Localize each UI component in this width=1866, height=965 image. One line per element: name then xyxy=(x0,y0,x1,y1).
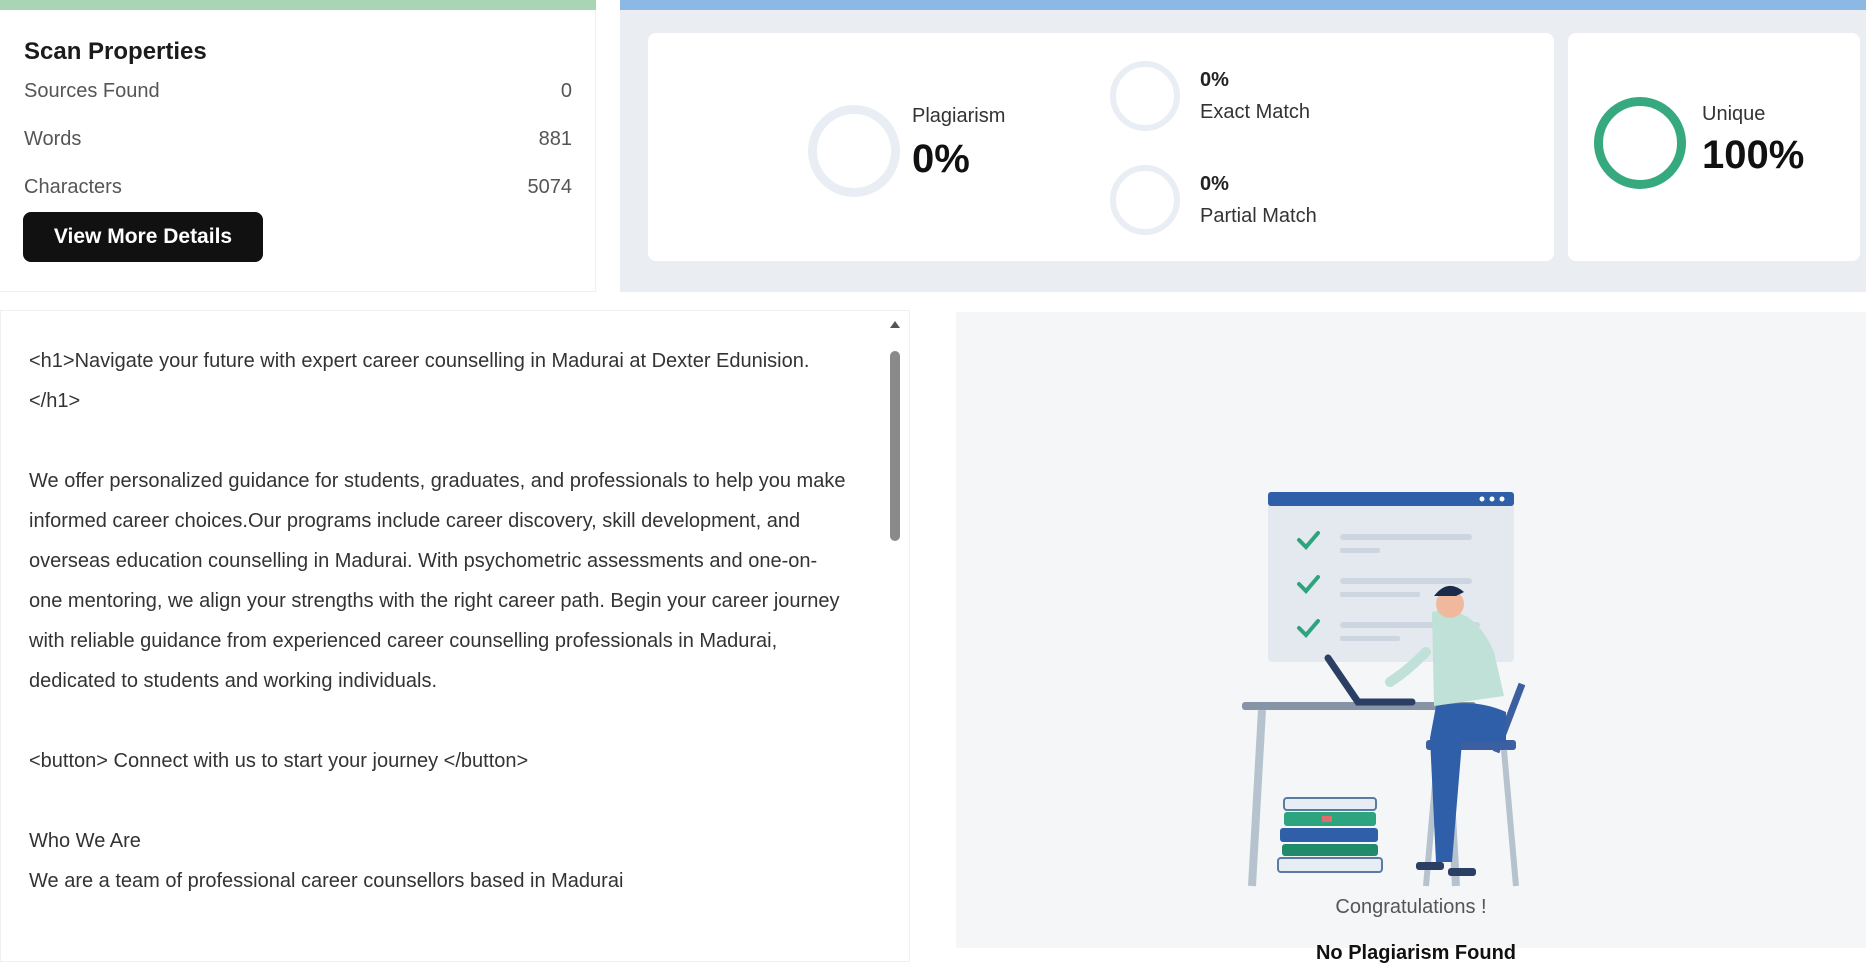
sources-found-label: Sources Found xyxy=(24,80,160,102)
text-scrollbar[interactable] xyxy=(887,321,903,961)
characters-value: 5074 xyxy=(527,176,573,198)
match-summary-card: Plagiarism 0% 0% Exact Match 0% Partial … xyxy=(648,33,1554,261)
exact-match-ring xyxy=(1110,61,1180,131)
text-paragraph: We are a team of professional career cou… xyxy=(29,870,624,892)
plagiarism-value: 0% xyxy=(912,137,970,181)
text-paragraph: <button> Connect with us to start your j… xyxy=(29,750,529,772)
scanned-text-panel[interactable]: <h1>Navigate your future with expert car… xyxy=(0,310,910,962)
partial-match-ring xyxy=(1110,165,1180,235)
scan-properties-card: Scan Properties Sources Found 0 Words 88… xyxy=(0,0,596,292)
plagiarism-ring xyxy=(808,105,900,197)
scan-card-accent-bar xyxy=(0,0,596,10)
partial-match-label: Partial Match xyxy=(1200,205,1317,227)
characters-label: Characters xyxy=(24,176,122,198)
text-paragraph: We offer personalized guidance for stude… xyxy=(29,470,846,692)
result-illustration-panel xyxy=(956,312,1866,948)
person-at-desk-illustration xyxy=(1242,492,1526,887)
text-paragraph: <h1>Navigate your future with expert car… xyxy=(29,350,810,412)
unique-card: Unique 100% xyxy=(1568,33,1860,261)
sources-found-value: 0 xyxy=(560,80,572,102)
view-more-details-button[interactable]: View More Details xyxy=(23,212,263,262)
sources-found-row: Sources Found 0 xyxy=(24,80,572,103)
congratulations-text: Congratulations ! xyxy=(1335,896,1487,918)
words-value: 881 xyxy=(538,128,572,150)
results-panel: Plagiarism 0% 0% Exact Match 0% Partial … xyxy=(620,0,1866,292)
words-row: Words 881 xyxy=(24,128,572,151)
words-label: Words xyxy=(24,128,82,150)
unique-ring xyxy=(1594,97,1686,189)
scroll-thumb[interactable] xyxy=(890,351,900,541)
scroll-up-arrow-icon[interactable] xyxy=(890,321,900,328)
scanned-text: <h1>Navigate your future with expert car… xyxy=(29,341,849,941)
plagiarism-label: Plagiarism xyxy=(912,105,1006,127)
exact-match-value: 0% xyxy=(1200,69,1229,91)
partial-match-value: 0% xyxy=(1200,173,1229,195)
characters-row: Characters 5074 xyxy=(24,176,572,199)
results-accent-bar xyxy=(620,0,1866,10)
text-paragraph: Who We Are xyxy=(29,830,141,852)
unique-value: 100% xyxy=(1702,133,1805,177)
unique-label: Unique xyxy=(1702,103,1766,125)
scan-properties-title: Scan Properties xyxy=(24,38,207,65)
exact-match-label: Exact Match xyxy=(1200,101,1311,123)
